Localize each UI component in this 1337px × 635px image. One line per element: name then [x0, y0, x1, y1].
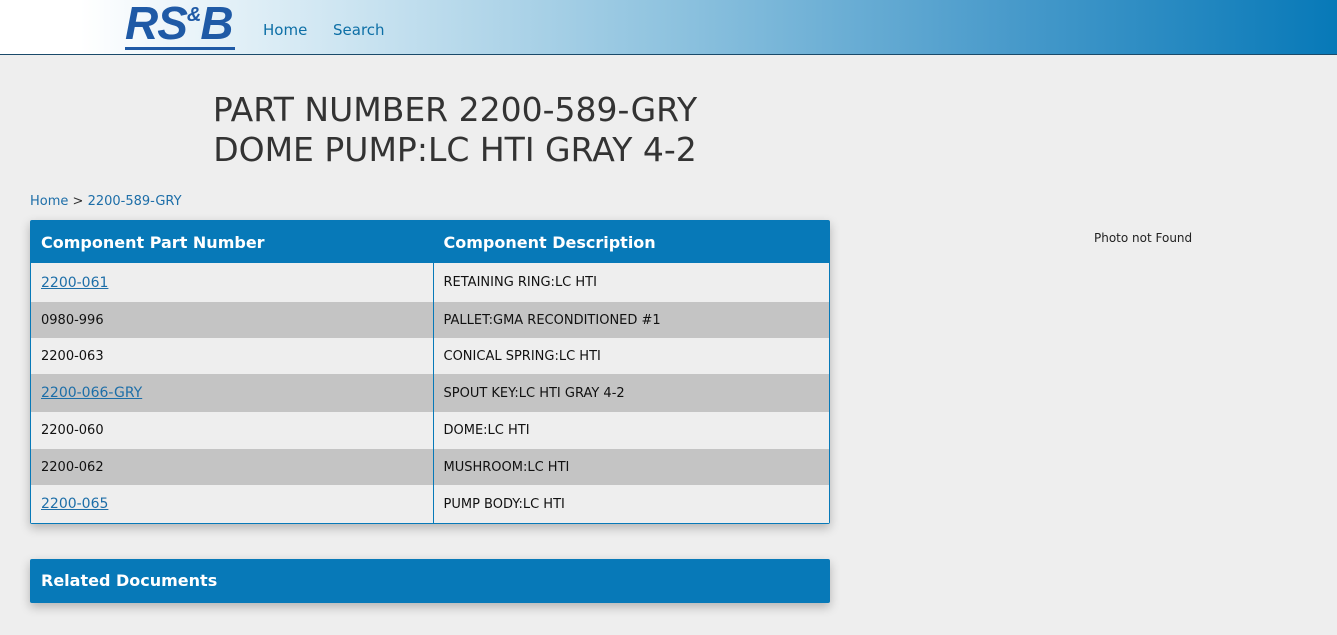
nav-home-link[interactable]: Home [263, 21, 307, 39]
part-number-text: 2200-063 [41, 348, 104, 364]
cell-description: PALLET:GMA RECONDITIONED #1 [432, 302, 829, 338]
part-number-link[interactable]: 2200-066-GRY [41, 385, 142, 401]
part-number-text: 2200-060 [41, 423, 104, 438]
rsb-logo[interactable]: RS&B [125, 0, 235, 50]
cell-part-number: 0980-996 [31, 302, 433, 338]
table-row: 2200-063 CONICAL SPRING:LC HTI [31, 338, 829, 374]
cell-description: MUSHROOM:LC HTI [432, 449, 829, 485]
cell-description: CONICAL SPRING:LC HTI [432, 338, 829, 374]
part-number-link[interactable]: 2200-065 [41, 496, 108, 512]
table-row: 2200-066-GRY SPOUT KEY:LC HTI GRAY 4-2 [31, 374, 829, 412]
cell-part-number: 2200-063 [31, 338, 433, 374]
cell-description: SPOUT KEY:LC HTI GRAY 4-2 [432, 374, 829, 412]
breadcrumb: Home > 2200-589-GRY [30, 194, 182, 209]
cell-description: DOME:LC HTI [432, 412, 829, 449]
table-row: 2200-061 RETAINING RING:LC HTI [31, 263, 829, 302]
cell-part-number: 2200-065 [31, 485, 433, 523]
part-number-text: 2200-062 [41, 459, 104, 475]
cell-part-number: 2200-066-GRY [31, 374, 433, 412]
breadcrumb-home-link[interactable]: Home [30, 194, 68, 209]
column-header-description: Component Description [432, 221, 829, 263]
cell-description: RETAINING RING:LC HTI [432, 263, 829, 302]
table-row: 2200-060 DOME:LC HTI [31, 412, 829, 449]
page-title-part-number: PART NUMBER 2200-589-GRY [212, 90, 698, 129]
related-documents-header[interactable]: Related Documents [30, 559, 830, 603]
photo-not-found-text: Photo not Found [1094, 231, 1193, 245]
nav-search-link[interactable]: Search [333, 21, 385, 39]
column-header-part-number: Component Part Number [31, 221, 433, 263]
cell-part-number: 2200-060 [31, 412, 433, 449]
page-title-description: DOME PUMP:LC HTI GRAY 4-2 [213, 130, 697, 169]
cell-part-number: 2200-062 [31, 449, 433, 485]
table-row: 0980-996 PALLET:GMA RECONDITIONED #1 [31, 302, 829, 338]
cell-part-number: 2200-061 [31, 263, 433, 302]
part-number-text: 0980-996 [41, 312, 104, 328]
components-table: Component Part Number Component Descript… [30, 220, 830, 524]
cell-description: PUMP BODY:LC HTI [432, 485, 829, 523]
site-header: RS&B Home Search [0, 0, 1337, 55]
table-row: 2200-065 PUMP BODY:LC HTI [31, 485, 829, 523]
breadcrumb-separator: > [72, 194, 84, 209]
table-header-row: Component Part Number Component Descript… [31, 221, 829, 263]
logo-text-b: B [200, 0, 233, 49]
breadcrumb-current-link[interactable]: 2200-589-GRY [88, 194, 182, 209]
logo-text-rs: RS [125, 0, 188, 49]
page-title: PART NUMBER 2200-589-GRY DOME PUMP:LC HT… [200, 90, 710, 170]
table-row: 2200-062 MUSHROOM:LC HTI [31, 449, 829, 485]
part-number-link[interactable]: 2200-061 [41, 275, 108, 291]
logo-text-amp: & [186, 4, 201, 26]
